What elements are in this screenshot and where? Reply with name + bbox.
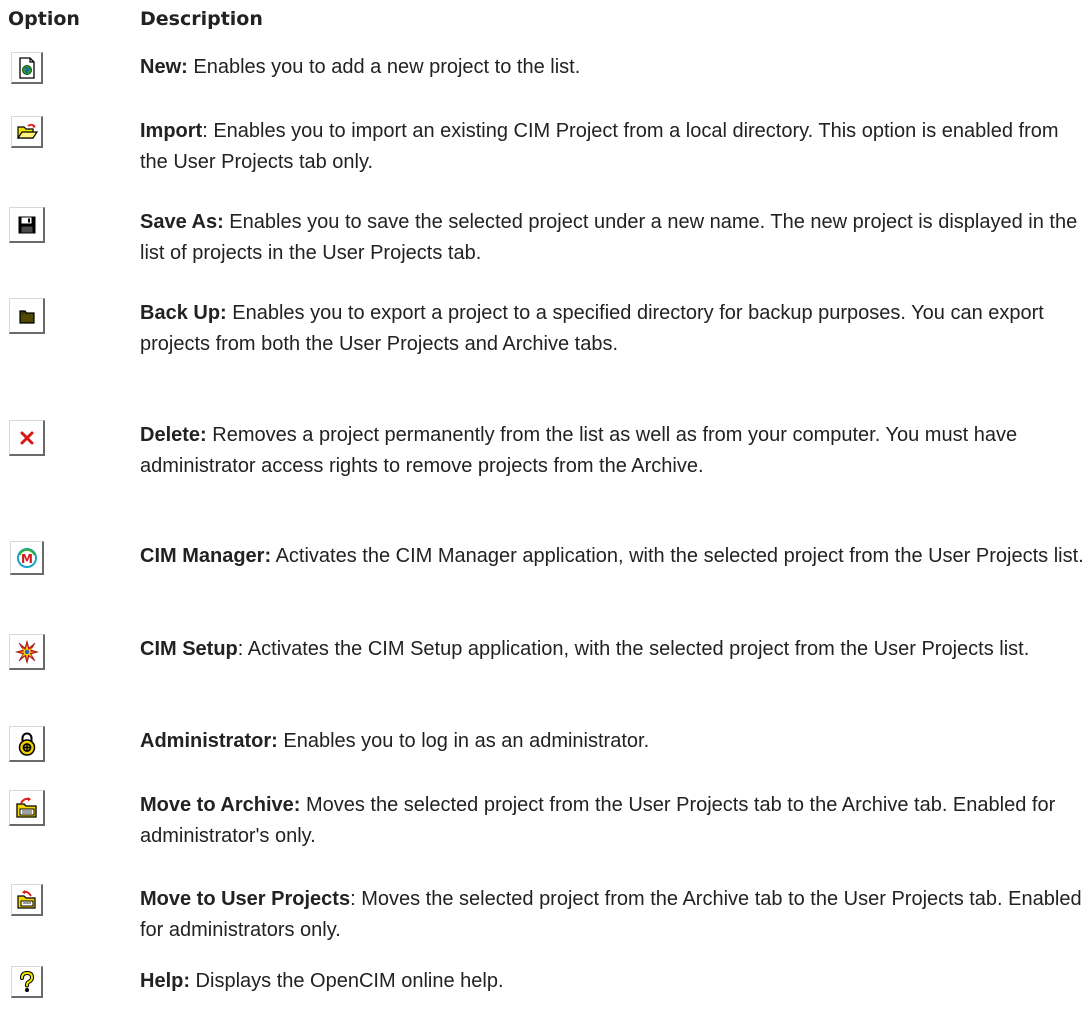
- option-text-back-up: Enables you to export a project to a spe…: [140, 302, 1044, 355]
- back-up-button[interactable]: [9, 298, 45, 334]
- administrator-lock-icon: [16, 732, 38, 756]
- move-to-user-projects-button[interactable]: [11, 884, 43, 916]
- floppy-disk-icon: [17, 215, 37, 235]
- cim-manager-button[interactable]: M: [10, 541, 44, 575]
- move-to-archive-icon: [15, 796, 39, 819]
- option-label-administrator: Administrator:: [140, 730, 278, 752]
- option-description-move-to-user-projects: Move to User Projects: Moves the selecte…: [140, 884, 1085, 946]
- option-label-move-to-user-projects: Move to User Projects: [140, 888, 351, 910]
- option-description-back-up: Back Up: Enables you to export a project…: [140, 298, 1085, 360]
- import-button[interactable]: [11, 116, 43, 148]
- option-text-import: : Enables you to import an existing CIM …: [140, 120, 1059, 173]
- help-button[interactable]: [11, 966, 43, 998]
- move-to-archive-button[interactable]: [9, 790, 45, 826]
- cim-setup-button[interactable]: [9, 634, 45, 670]
- cim-manager-icon: M: [16, 547, 38, 569]
- delete-x-icon: [19, 430, 35, 446]
- option-description-new: New: Enables you to add a new project to…: [140, 52, 1085, 83]
- new-project-icon: [17, 56, 37, 79]
- option-description-save-as: Save As: Enables you to save the selecte…: [140, 207, 1085, 269]
- header-option: Option: [8, 8, 80, 30]
- option-description-move-to-archive: Move to Archive: Moves the selected proj…: [140, 790, 1085, 852]
- option-text-save-as: Enables you to save the selected project…: [140, 211, 1078, 264]
- option-label-move-to-archive: Move to Archive:: [140, 794, 301, 816]
- option-text-cim-manager: Activates the CIM Manager application, w…: [271, 545, 1084, 567]
- header-description: Description: [140, 8, 263, 30]
- option-text-help: Displays the OpenCIM online help.: [190, 970, 504, 992]
- move-to-user-projects-icon: [16, 889, 38, 910]
- save-as-button[interactable]: [9, 207, 45, 243]
- option-description-import: Import: Enables you to import an existin…: [140, 116, 1085, 178]
- option-text-administrator: Enables you to log in as an administrato…: [277, 730, 650, 752]
- option-label-delete: Delete:: [140, 424, 207, 446]
- backup-folder-icon: [17, 307, 37, 325]
- option-label-cim-manager: CIM Manager:: [140, 545, 272, 567]
- option-label-import: Import: [140, 120, 203, 142]
- option-description-cim-manager: CIM Manager: Activates the CIM Manager a…: [140, 541, 1085, 572]
- option-description-administrator: Administrator: Enables you to log in as …: [140, 726, 1085, 757]
- new-project-button[interactable]: [11, 52, 43, 84]
- option-text-new: Enables you to add a new project to the …: [187, 56, 581, 78]
- option-label-save-as: Save As:: [140, 211, 224, 233]
- option-text-delete: Removes a project permanently from the l…: [140, 424, 1018, 477]
- administrator-button[interactable]: [9, 726, 45, 762]
- option-description-delete: Delete: Removes a project permanently fr…: [140, 420, 1085, 482]
- option-description-cim-setup: CIM Setup: Activates the CIM Setup appli…: [140, 634, 1085, 665]
- option-label-help: Help:: [140, 970, 190, 992]
- option-text-cim-setup: : Activates the CIM Setup application, w…: [237, 638, 1030, 660]
- help-question-icon: [18, 970, 36, 993]
- open-folder-icon: [16, 123, 38, 141]
- cim-setup-icon: [14, 639, 39, 664]
- option-label-cim-setup: CIM Setup: [140, 638, 238, 660]
- option-label-back-up: Back Up:: [140, 302, 227, 324]
- option-description-help: Help: Displays the OpenCIM online help.: [140, 966, 1085, 997]
- delete-button[interactable]: [9, 420, 45, 456]
- svg-text:M: M: [21, 552, 33, 566]
- option-label-new: New:: [140, 56, 188, 78]
